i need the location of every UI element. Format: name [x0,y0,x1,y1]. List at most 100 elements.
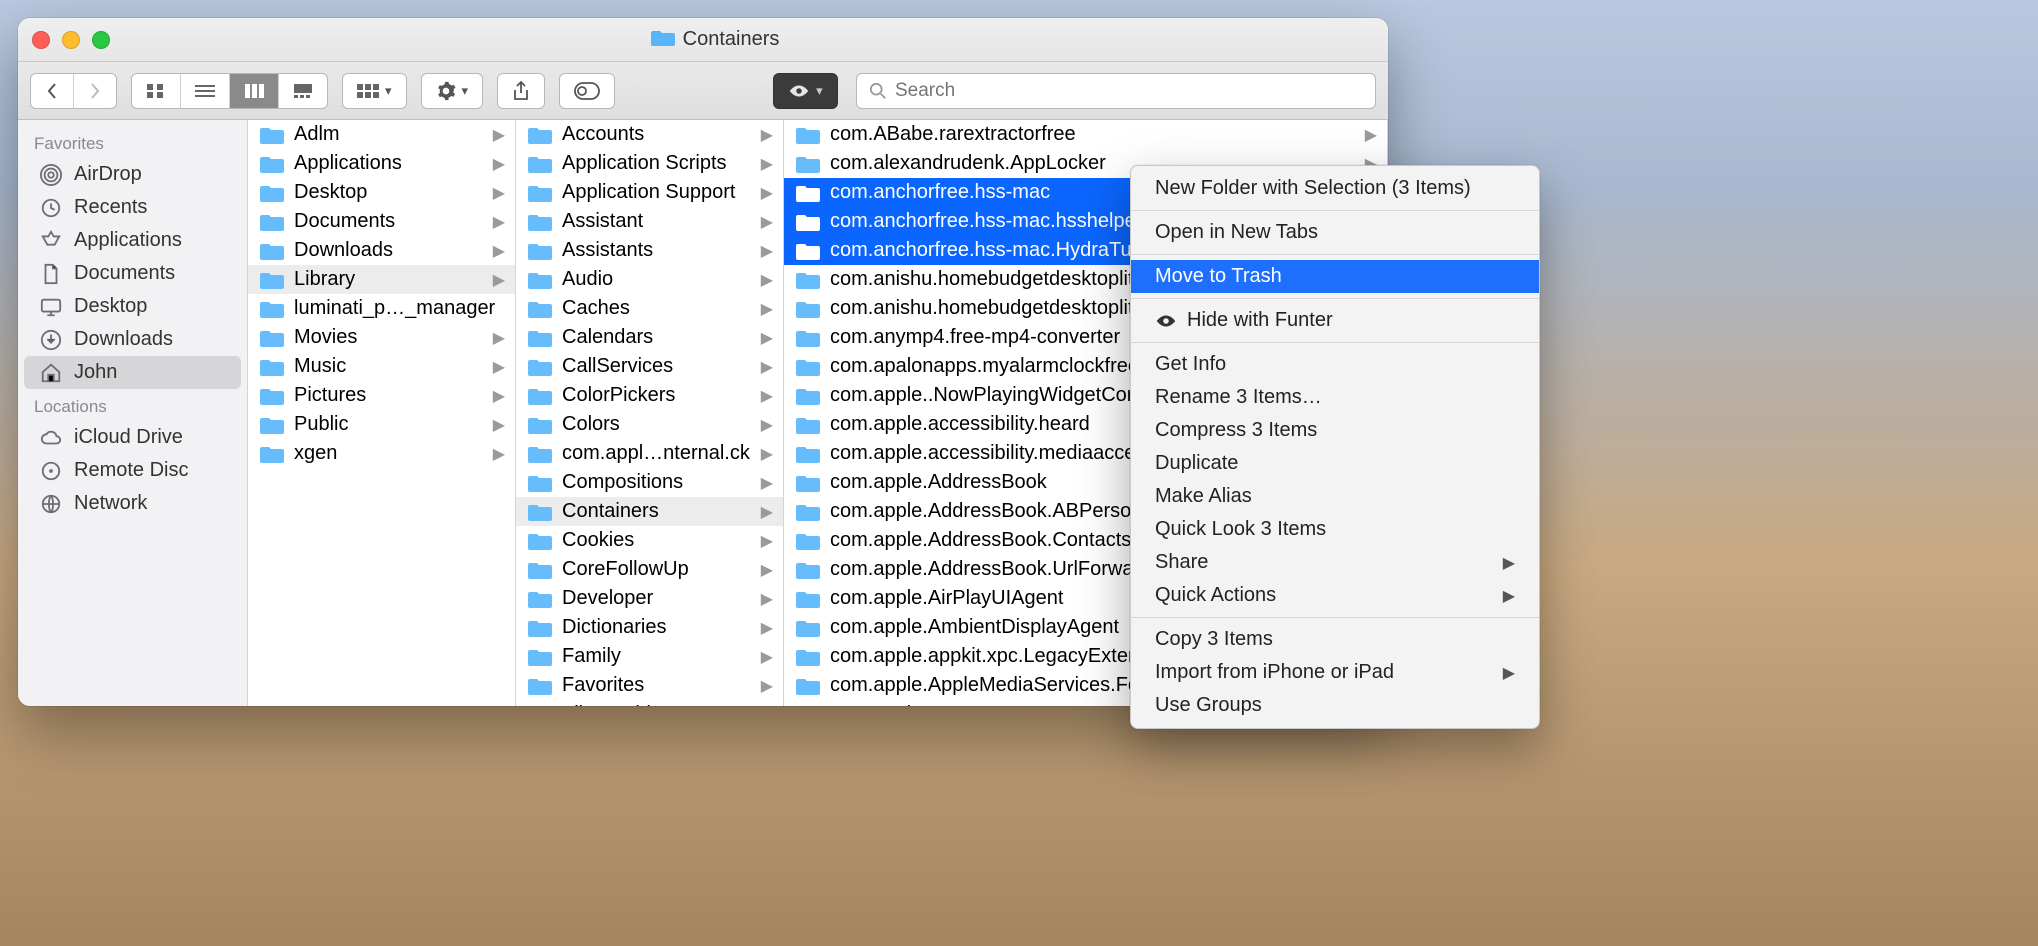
file-row[interactable]: Family▶ [516,642,783,671]
file-row[interactable]: Audio▶ [516,265,783,294]
sidebar-item-airdrop[interactable]: AirDrop [24,158,241,191]
file-row[interactable]: Dictionaries▶ [516,613,783,642]
icon-view-button[interactable] [132,74,180,108]
sidebar-item-documents[interactable]: Documents [24,257,241,290]
menu-item-hide-with-funter[interactable]: Hide with Funter [1131,304,1539,337]
file-row[interactable]: Assistants▶ [516,236,783,265]
file-row[interactable]: Desktop▶ [248,178,515,207]
sidebar-item-recents[interactable]: Recents [24,191,241,224]
tags-button[interactable] [559,73,615,109]
action-button[interactable]: ▾ [421,73,484,109]
file-row[interactable]: com.ABabe.rarextractorfree▶ [784,120,1387,149]
file-row[interactable]: Application Support▶ [516,178,783,207]
gallery-view-button[interactable] [278,74,327,108]
file-row[interactable]: Music▶ [248,352,515,381]
file-row[interactable]: Movies▶ [248,323,515,352]
sidebar-item-john[interactable]: John [24,356,241,389]
chevron-right-icon: ▶ [761,357,773,377]
chevron-down-icon: ▾ [816,83,823,99]
file-row[interactable]: Application Scripts▶ [516,149,783,178]
sidebar-item-remote-disc[interactable]: Remote Disc [24,454,241,487]
menu-item-make-alias[interactable]: Make Alias [1131,480,1539,513]
menu-item-rename-3-items[interactable]: Rename 3 Items… [1131,381,1539,414]
file-row[interactable]: Pictures▶ [248,381,515,410]
eye-icon [1155,313,1177,329]
file-row[interactable]: Calendars▶ [516,323,783,352]
sidebar-item-label: Remote Disc [74,459,188,482]
menu-item-duplicate[interactable]: Duplicate [1131,447,1539,480]
folder-icon [796,241,820,261]
menu-item-use-groups[interactable]: Use Groups [1131,689,1539,722]
folder-icon [260,241,284,261]
file-name: Downloads [294,239,483,262]
file-row[interactable]: ColorPickers▶ [516,381,783,410]
file-row[interactable]: Library▶ [248,265,515,294]
file-name: com.appl…nternal.ck [562,442,751,465]
menu-item-quick-look-3-items[interactable]: Quick Look 3 Items [1131,513,1539,546]
search-input[interactable] [895,80,1363,102]
close-button[interactable] [32,31,50,49]
menu-item-open-in-new-tabs[interactable]: Open in New Tabs [1131,216,1539,249]
file-row[interactable]: luminati_p…_manager [248,294,515,323]
back-button[interactable] [31,74,73,108]
folder-icon [528,125,552,145]
file-row[interactable]: Colors▶ [516,410,783,439]
menu-item-compress-3-items[interactable]: Compress 3 Items [1131,414,1539,447]
menu-item-move-to-trash[interactable]: Move to Trash [1131,260,1539,293]
file-row[interactable]: Cookies▶ [516,526,783,555]
menu-item-get-info[interactable]: Get Info [1131,348,1539,381]
file-row[interactable]: xgen▶ [248,439,515,468]
file-row[interactable]: Favorites▶ [516,671,783,700]
menu-item-quick-actions[interactable]: Quick Actions▶ [1131,579,1539,612]
file-row[interactable]: Containers▶ [516,497,783,526]
file-row[interactable]: Applications▶ [248,149,515,178]
file-row[interactable]: CallServices▶ [516,352,783,381]
sidebar-item-downloads[interactable]: Downloads [24,323,241,356]
file-row[interactable]: Documents▶ [248,207,515,236]
folder-icon [528,502,552,522]
sidebar-item-label: AirDrop [74,163,142,186]
minimize-button[interactable] [62,31,80,49]
sidebar-item-icloud-drive[interactable]: iCloud Drive [24,421,241,454]
folder-icon [260,328,284,348]
sidebar-item-desktop[interactable]: Desktop [24,290,241,323]
file-name: Adlm [294,123,483,146]
file-row[interactable]: Compositions▶ [516,468,783,497]
menu-item-new-folder-with-selection-3-items[interactable]: New Folder with Selection (3 Items) [1131,172,1539,205]
chevron-down-icon: ▾ [462,83,469,99]
sidebar-item-applications[interactable]: Applications [24,224,241,257]
file-row[interactable]: FileProvider▶ [516,700,783,706]
menu-item-share[interactable]: Share▶ [1131,546,1539,579]
forward-button[interactable] [73,74,116,108]
folder-icon [796,328,820,348]
file-row[interactable]: Assistant▶ [516,207,783,236]
file-row[interactable]: com.appl…nternal.ck▶ [516,439,783,468]
menu-item-label: Share [1155,551,1208,574]
share-button[interactable] [497,73,545,109]
column-view-button[interactable] [229,74,278,108]
file-row[interactable]: Public▶ [248,410,515,439]
file-row[interactable]: Accounts▶ [516,120,783,149]
sidebar-item-label: Network [74,492,147,515]
zoom-button[interactable] [92,31,110,49]
sidebar-item-network[interactable]: Network [24,487,241,520]
menu-item-import-from-iphone-or-ipad[interactable]: Import from iPhone or iPad▶ [1131,656,1539,689]
menu-item-label: Open in New Tabs [1155,221,1318,244]
folder-icon [528,299,552,319]
folder-icon [528,386,552,406]
file-row[interactable]: Downloads▶ [248,236,515,265]
search-icon [869,82,887,100]
file-row[interactable]: Caches▶ [516,294,783,323]
list-view-button[interactable] [180,74,229,108]
folder-icon [528,328,552,348]
group-button[interactable]: ▾ [342,73,407,109]
folder-icon [796,502,820,522]
folder-icon [260,299,284,319]
privacy-button[interactable]: ▾ [773,73,838,109]
menu-item-copy-3-items[interactable]: Copy 3 Items [1131,623,1539,656]
file-row[interactable]: Developer▶ [516,584,783,613]
title-folder-icon [651,27,675,53]
file-row[interactable]: CoreFollowUp▶ [516,555,783,584]
file-row[interactable]: Adlm▶ [248,120,515,149]
search-field[interactable] [856,73,1376,109]
